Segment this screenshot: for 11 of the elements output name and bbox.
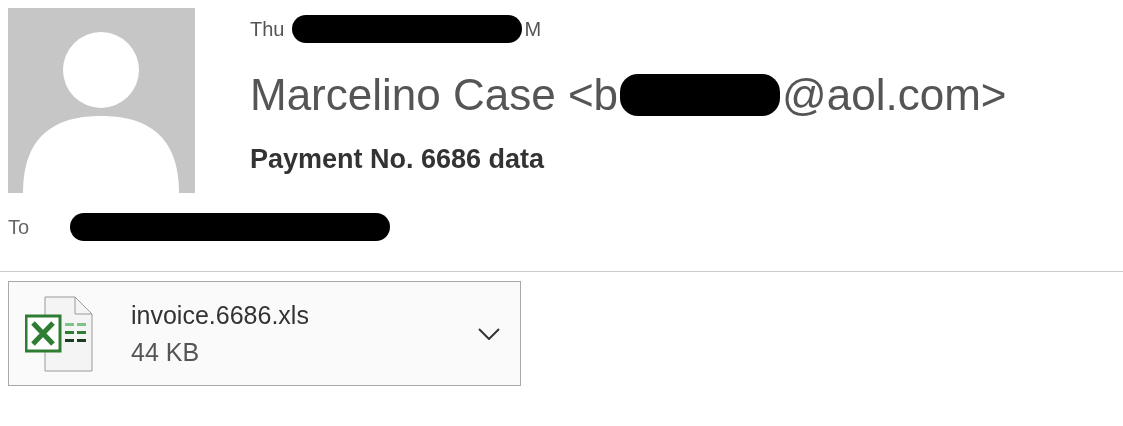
- file-size: 44 KB: [131, 337, 201, 367]
- spreadsheet-file-icon: [25, 295, 95, 372]
- file-name: invoice.6686.xls: [131, 300, 310, 330]
- sender-text: @aol.com>: [782, 70, 1007, 120]
- subject-text: Payment No. 6686 data: [250, 144, 546, 175]
- attachment-card[interactable]: invoice.6686.xls 44 KB: [8, 281, 521, 386]
- recipient-label: To: [8, 215, 31, 239]
- chevron-down-icon[interactable]: [478, 327, 500, 340]
- date-text: Thu: [250, 17, 285, 41]
- sender-text: Marcelino Case <b: [250, 70, 619, 120]
- date-text: M: [524, 17, 542, 41]
